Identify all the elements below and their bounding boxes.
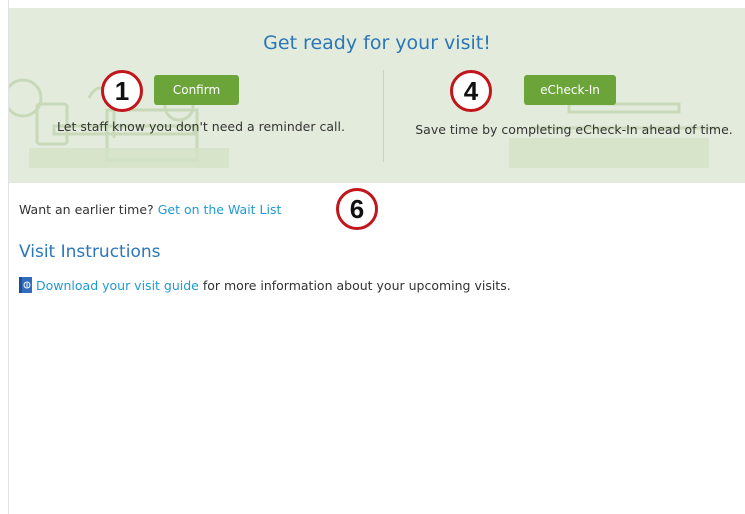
document-icon[interactable]: [19, 277, 32, 293]
confirm-button[interactable]: Confirm: [154, 75, 239, 105]
echeckin-button[interactable]: eCheck-In: [524, 75, 616, 105]
visit-banner: Get ready for your visit! 1 Confirm Let …: [9, 8, 745, 183]
waitlist-prompt: Want an earlier time?: [19, 202, 154, 217]
step-marker-6: 6: [336, 188, 378, 230]
step-marker-1: 1: [101, 70, 143, 112]
banner-divider: [383, 70, 384, 162]
download-visit-guide-link[interactable]: Download your visit guide: [36, 278, 199, 293]
banner-title: Get ready for your visit!: [263, 32, 491, 54]
visit-guide-trailing-text: for more information about your upcoming…: [198, 277, 511, 293]
echeckin-description: Save time by completing eCheck-In ahead …: [415, 122, 733, 137]
visit-instructions-title: Visit Instructions: [19, 242, 161, 262]
confirm-description: Let staff know you don't need a reminder…: [57, 119, 345, 134]
step-marker-4: 4: [450, 70, 492, 112]
waitlist-row: Want an earlier time? Get on the Wait Lis…: [19, 202, 281, 217]
waitlist-link[interactable]: Get on the Wait List: [158, 202, 282, 217]
visit-guide-row: Download your visit guide for more infor…: [19, 277, 511, 293]
